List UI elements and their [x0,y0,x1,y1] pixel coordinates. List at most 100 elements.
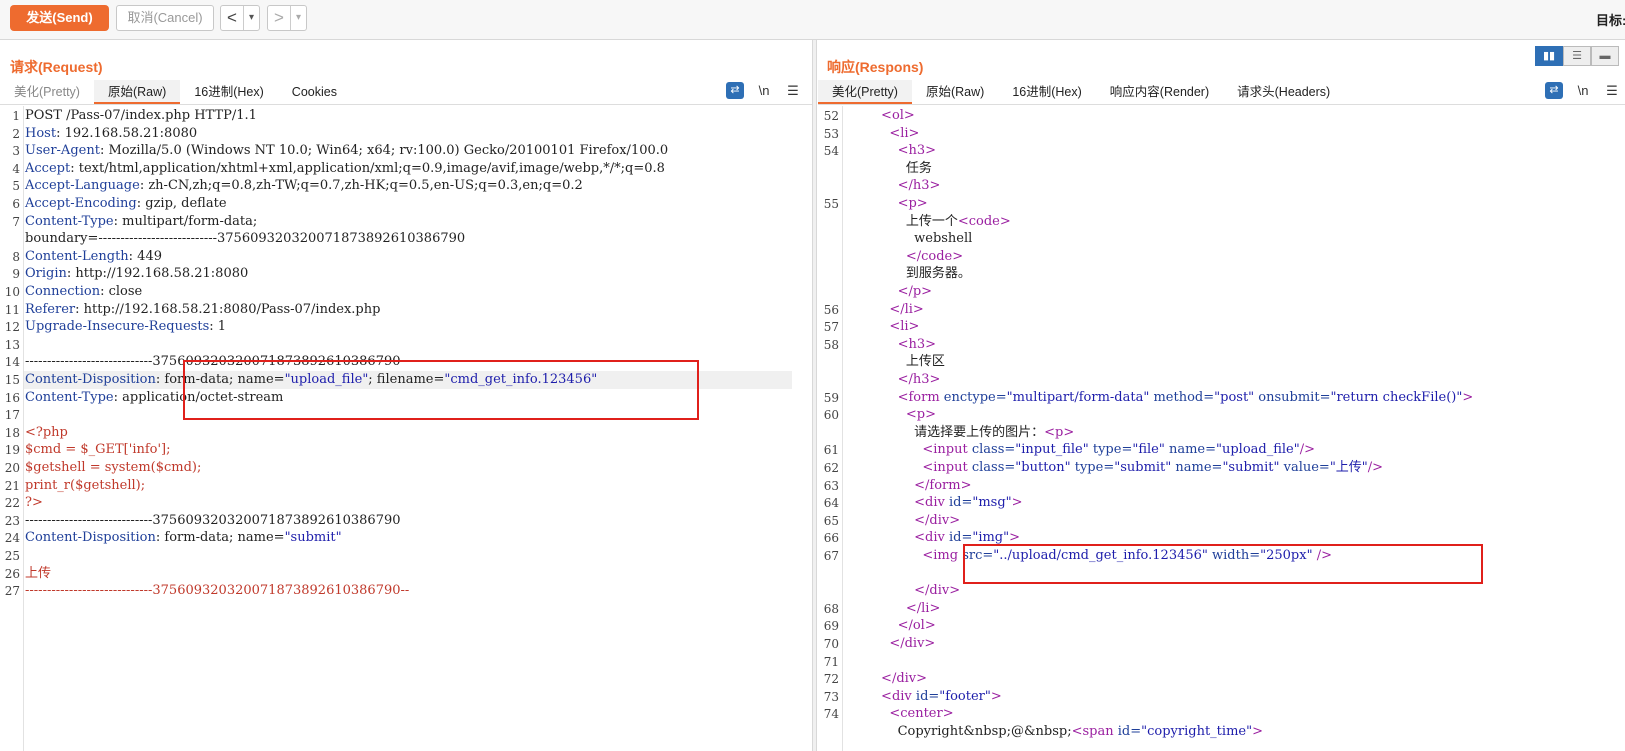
request-tab-2[interactable]: 16进制(Hex) [180,80,277,104]
response-newline-toggle-button[interactable]: \n [1574,82,1592,99]
line-number: 6 [12,197,20,211]
code-token: : http://192.168.58.21:8080/Pass-07/inde… [75,301,381,317]
response-editor[interactable]: 52 <ol> 53 <li> 54 <h3> 任务 </h3> 55 <p> 上传一… [818,106,1625,751]
request-tab-0[interactable]: 美化(Pretty) [0,80,94,104]
code-token: : Mozilla/5.0 (Windows NT 10.0; Win64; x… [99,143,669,159]
response-code-line: webshell [848,230,972,248]
code-token: Host [25,125,57,141]
code-token: enctype= [943,389,1007,405]
code-token: > [1011,495,1023,511]
code-token: 任务 [848,160,932,176]
response-wrap-lines-icon[interactable]: ⇄ [1545,82,1563,99]
line-number: 11 [4,302,20,317]
response-tab-3[interactable]: 响应内容(Render) [1096,80,1223,104]
response-code-line: </h3> [848,371,941,389]
code-token: Content-Type [25,213,114,229]
line-number: 7 [12,214,20,229]
request-code-line: Host: 192.168.58.21:8080 [25,125,197,143]
response-code-line: 上传区 [848,353,945,371]
code-token: "return checkFile()" [1330,389,1463,405]
code-token: <span [1071,724,1118,739]
code-token: POST /Pass-07/index.php HTTP/1.1 [25,108,257,123]
request-code-line: Origin: http://192.168.58.21:8080 [25,265,248,283]
request-tab-1[interactable]: 原始(Raw) [93,80,181,104]
response-code-line: 请选择要上传的图片：<p> [848,424,1074,442]
line-number: 27 [4,584,20,599]
code-token: : 192.168.58.21:8080 [56,125,198,141]
line-number: 23 [4,513,20,528]
code-token: 上传一个 [848,213,958,229]
code-token: /> [1367,460,1384,475]
line-number: 64 [823,496,839,511]
response-code-line: </div> [848,635,935,653]
single-pane-icon[interactable]: ▬ [1591,46,1619,66]
forward-arrow-icon[interactable]: > [268,6,290,30]
layout-view-toggle: ▮▮ ☰ ▬ [1535,46,1619,66]
line-number: 69 [823,619,839,634]
response-code-line: </p> [848,283,933,301]
code-token: name= [1164,442,1216,458]
pane-splitter[interactable] [812,40,817,751]
code-token: "input_file" [1015,442,1089,458]
forward-history-dropdown-icon[interactable]: ▾ [290,6,306,30]
line-number: 52 [823,109,839,123]
cancel-button[interactable]: 取消(Cancel) [116,5,214,31]
send-button[interactable]: 发送(Send) [10,5,109,31]
response-tab-0[interactable]: 美化(Pretty) [818,80,912,104]
response-code-line: <p> [848,406,936,424]
line-number [818,160,839,178]
code-token: </li> [848,600,941,616]
newline-toggle-button[interactable]: \n [755,82,773,99]
request-code-line: boundary=---------------------------3756… [25,230,465,248]
response-tab-2[interactable]: 16进制(Hex) [998,80,1095,104]
line-number: 21 [4,478,20,493]
request-tabs: 美化(Pretty) 原始(Raw) 16进制(Hex) Cookies [0,80,351,104]
code-token: User-Agent [25,143,100,159]
code-token: <img [848,548,963,563]
response-tabs-divider [818,104,1625,105]
hamburger-menu-icon[interactable]: ☰ [784,82,802,99]
response-code-line: </div> [848,582,960,600]
code-token: <center> [848,706,954,722]
request-tab-3[interactable]: Cookies [278,80,351,104]
back-history-dropdown-icon[interactable]: ▾ [243,6,259,30]
code-token: "上传" [1329,460,1368,475]
response-code-line: 任务 [848,160,932,178]
code-token: "button" [1015,460,1071,475]
request-code-line: print_r($getshell); [25,477,145,495]
code-token: <h3> [848,143,937,159]
back-arrow-icon[interactable]: < [221,6,243,30]
response-code-line: <li> [848,125,919,143]
code-token: id= [915,688,940,704]
code-token: <code> [957,213,1011,229]
line-number: 58 [823,337,839,352]
response-code-line: </form> [848,477,971,495]
request-code-line: Connection: close [25,283,142,301]
line-number [0,230,20,248]
split-horizontal-icon[interactable]: ▮▮ [1535,46,1563,66]
line-number: 55 [823,197,839,211]
line-number: 8 [12,249,20,264]
code-token: method= [1149,389,1215,405]
request-code-line: Upgrade-Insecure-Requests: 1 [25,318,226,336]
line-number: 53 [823,126,839,141]
request-code-line: Content-Type: multipart/form-data; [25,213,257,231]
split-vertical-icon[interactable]: ☰ [1563,46,1591,66]
response-hamburger-menu-icon[interactable]: ☰ [1603,82,1621,99]
code-token: : multipart/form-data; [113,213,258,229]
code-token: <?php [25,424,68,440]
code-token: <p> [1044,424,1075,440]
wrap-lines-icon[interactable]: ⇄ [726,82,744,99]
response-code-line: <input class="button" type="submit" name… [848,459,1383,477]
line-number: 65 [823,513,839,528]
main-toolbar: 发送(Send) 取消(Cancel) < ▾ > ▾ 目标: [0,0,1625,40]
line-number: 2 [12,126,20,141]
code-token: Content-Type [25,389,114,405]
response-tab-4[interactable]: 请求头(Headers) [1223,80,1344,104]
line-number [818,582,839,600]
request-editor[interactable]: 1 POST /Pass-07/index.php HTTP/1.1 2 Host: … [0,106,812,751]
code-token: : 449 [128,248,162,264]
response-code-line: <h3> [848,142,936,160]
response-tab-1[interactable]: 原始(Raw) [912,80,998,104]
code-token: Upgrade-Insecure-Requests [25,319,210,335]
